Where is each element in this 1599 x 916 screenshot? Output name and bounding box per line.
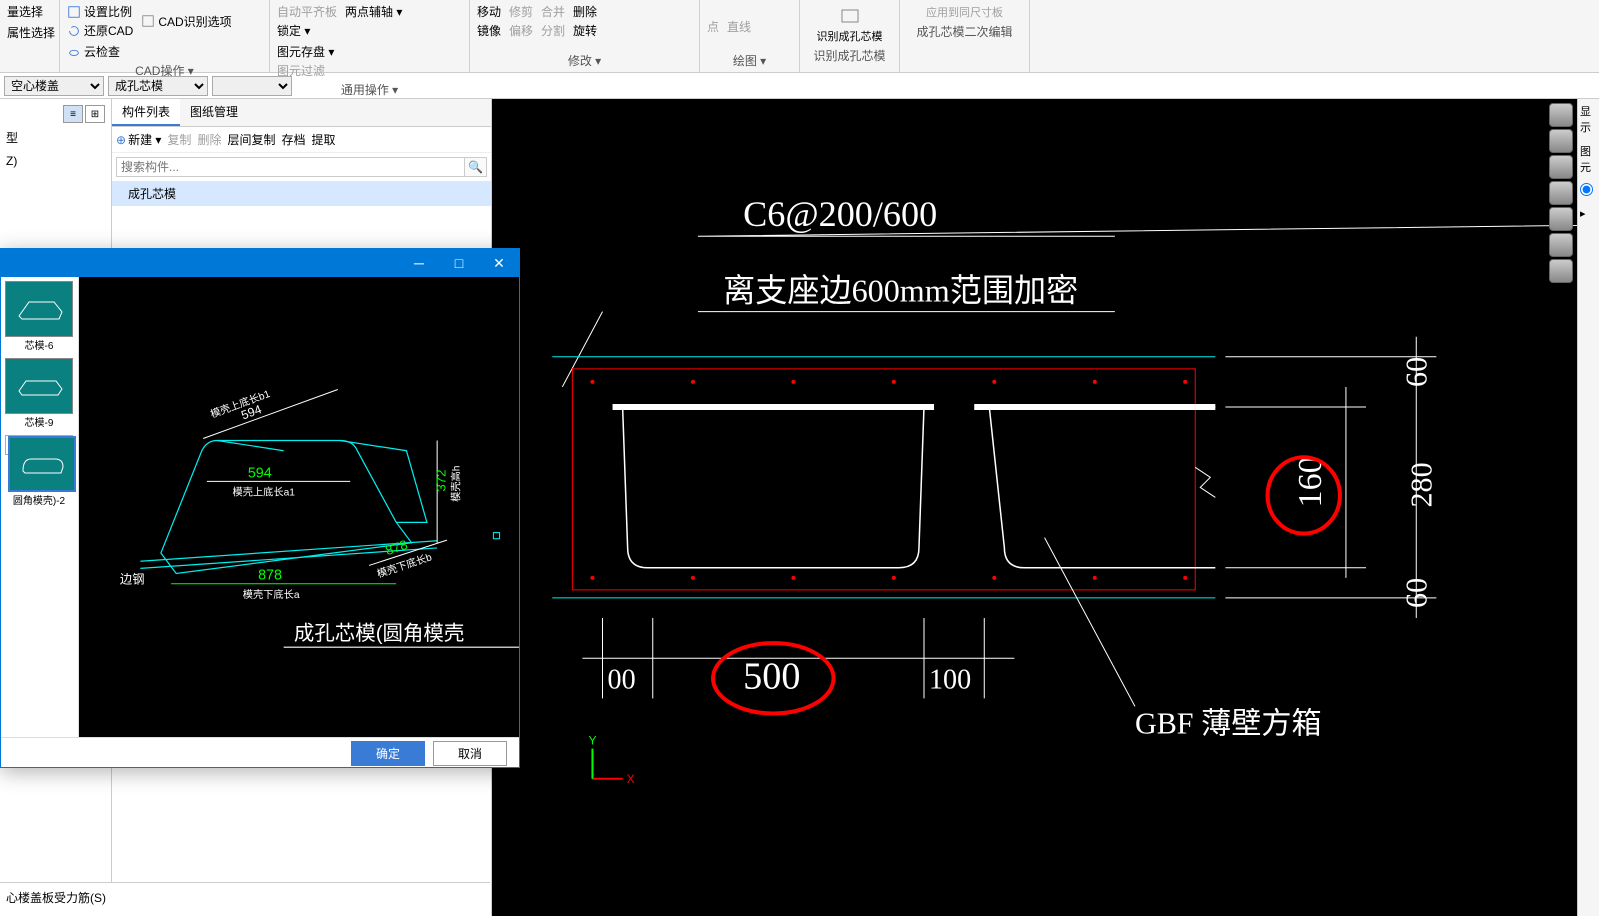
trim-btn: 修剪 [506, 2, 536, 21]
vc-iso-icon[interactable] [1549, 207, 1573, 231]
tab-drawings[interactable]: 图纸管理 [180, 99, 248, 126]
identify-group-label: 识别成孔芯模 [804, 46, 895, 65]
svg-text:594: 594 [248, 465, 272, 481]
svg-text:372: 372 [433, 469, 448, 491]
svg-text:模壳下底长b: 模壳下底长b [375, 550, 433, 580]
vdim-bot: 60 [1399, 578, 1433, 608]
hdim-left: 00 [608, 664, 636, 695]
tab-components[interactable]: 构件列表 [112, 99, 180, 126]
left-item-type[interactable]: 型 [4, 125, 107, 150]
cancel-button[interactable]: 取消 [433, 741, 507, 766]
search-icon[interactable]: 🔍 [465, 157, 487, 177]
vdim-top: 60 [1399, 357, 1433, 387]
secondary-edit-label: 成孔芯模二次编辑 [904, 22, 1025, 41]
svg-text:X: X [627, 772, 635, 786]
vc-side-icon[interactable] [1549, 181, 1573, 205]
tree-item-core[interactable]: 成孔芯模 [112, 181, 491, 206]
hdim-box: 500 [743, 655, 800, 697]
ok-button[interactable]: 确定 [351, 741, 425, 766]
right-pane: 显示 图元 ▸ [1577, 99, 1599, 916]
list-view-toggle[interactable]: ≡ [63, 105, 83, 123]
gbf-label: GBF 薄壁方箱 [1135, 707, 1322, 741]
identify-core-btn[interactable]: 识别成孔芯模 [804, 2, 895, 46]
vdim-mid: 280 [1404, 462, 1438, 507]
draw-group-label[interactable]: 绘图 ▾ [704, 51, 795, 70]
move-btn[interactable]: 移动 [474, 2, 504, 21]
bottom-status: 心楼盖板受力筋(S) [0, 882, 490, 916]
close-icon[interactable]: ✕ [479, 249, 519, 277]
apply-same-size-btn: 应用到同尺寸板 [904, 2, 1025, 22]
thumb-round-2[interactable]: 圆角模壳)-2 [5, 435, 73, 455]
density-note-text: 离支座边600mm范围加密 [723, 273, 1078, 309]
preview-canvas: 594 模壳上底长b1 594 模壳上底长a1 878 模壳下底长a 878 模… [79, 277, 519, 737]
extra-select[interactable] [212, 76, 292, 96]
search-input[interactable] [116, 157, 465, 177]
modify-group-label[interactable]: 修改 ▾ [474, 51, 695, 70]
svg-text:边钢: 边钢 [120, 573, 145, 587]
vc-top-icon[interactable] [1549, 129, 1573, 153]
cloud-check-btn[interactable]: 云检查 [64, 42, 123, 61]
tree-view-toggle[interactable]: ⊞ [85, 105, 105, 123]
mirror-btn[interactable]: 镜像 [474, 21, 504, 40]
right-element-label[interactable]: 图元 [1580, 143, 1597, 175]
del-btn: 删除 [197, 131, 221, 148]
restore-cad-btn[interactable]: 还原CAD [64, 21, 136, 40]
left-item-z[interactable]: Z) [4, 150, 107, 172]
extract-btn[interactable]: 提取 [311, 131, 335, 148]
auto-align-btn: 自动平齐板 [274, 2, 340, 21]
svg-text:878: 878 [258, 568, 282, 584]
svg-text:878: 878 [384, 537, 410, 558]
point-btn: 点 [704, 2, 722, 51]
select-qty-btn[interactable]: 量选择 [4, 2, 58, 21]
preview-title: 成孔芯模(圆角模壳 [294, 622, 464, 645]
select-attr-btn[interactable]: 属性选择 [4, 23, 58, 42]
svg-text:模壳下底长a: 模壳下底长a [243, 588, 300, 601]
cad-options-btn[interactable]: CAD识别选项 [138, 2, 234, 40]
cad-canvas[interactable]: C6@200/600 离支座边600mm范围加密 [492, 99, 1577, 916]
svg-text:模壳高h: 模壳高h [450, 465, 463, 502]
vc-front-icon[interactable] [1549, 155, 1573, 179]
general-group-label[interactable]: 通用操作 ▾ [274, 80, 465, 99]
archive-btn[interactable]: 存档 [281, 131, 305, 148]
delete-btn[interactable]: 删除 [570, 2, 600, 21]
right-radio[interactable] [1580, 183, 1593, 196]
vc-home-icon[interactable] [1549, 103, 1573, 127]
line-btn: 直线 [724, 2, 754, 51]
scale-btn[interactable]: 设置比例 [64, 2, 136, 21]
svg-text:Y: Y [588, 734, 596, 748]
thumb-list[interactable]: 芯模-6 芯模-9 圆角模壳)-2 [1, 277, 79, 737]
view-cube[interactable] [1549, 103, 1573, 283]
component-select[interactable]: 成孔芯模 [108, 76, 208, 96]
hdim-gap: 100 [929, 664, 971, 695]
ribbon: 量选择 属性选择 设置比例 还原CAD CAD识别选项 云检查 CAD操作 ▾ … [0, 0, 1599, 73]
vc-rotate-icon[interactable] [1549, 233, 1573, 257]
offset-btn: 偏移 [506, 21, 536, 40]
layer-copy-btn[interactable]: 层间复制 [227, 131, 275, 148]
lock-btn[interactable]: 锁定 ▾ [274, 21, 340, 40]
save-elements-btn[interactable]: 图元存盘 ▾ [274, 42, 337, 61]
vc-grid-icon[interactable] [1549, 259, 1573, 283]
dialog-titlebar[interactable]: ─ □ ✕ [1, 249, 519, 277]
merge-btn: 合并 [538, 2, 568, 21]
two-point-axis-btn[interactable]: 两点辅轴 ▾ [342, 2, 405, 21]
floor-select[interactable]: 空心楼盖 [4, 76, 104, 96]
right-display-label[interactable]: 显示 [1580, 103, 1597, 135]
rebar-spec-text: C6@200/600 [743, 194, 937, 234]
new-btn[interactable]: ⊕新建 ▾ [116, 131, 161, 148]
svg-text:模壳上底长a1: 模壳上底长a1 [232, 486, 295, 499]
copy-btn: 复制 [167, 131, 191, 148]
maximize-icon[interactable]: □ [439, 249, 479, 277]
split-btn: 分割 [538, 21, 568, 40]
minimize-icon[interactable]: ─ [399, 249, 439, 277]
thumb-9[interactable]: 芯模-9 [5, 358, 73, 429]
core-mold-dialog: ─ □ ✕ 单位：mm 芯模-6 芯模-9 圆角模壳)-2 [0, 248, 520, 768]
rotate-btn[interactable]: 旋转 [570, 21, 600, 40]
sub-ribbon: 空心楼盖 成孔芯模 [0, 73, 1599, 99]
thumb-6[interactable]: 芯模-6 [5, 281, 73, 352]
